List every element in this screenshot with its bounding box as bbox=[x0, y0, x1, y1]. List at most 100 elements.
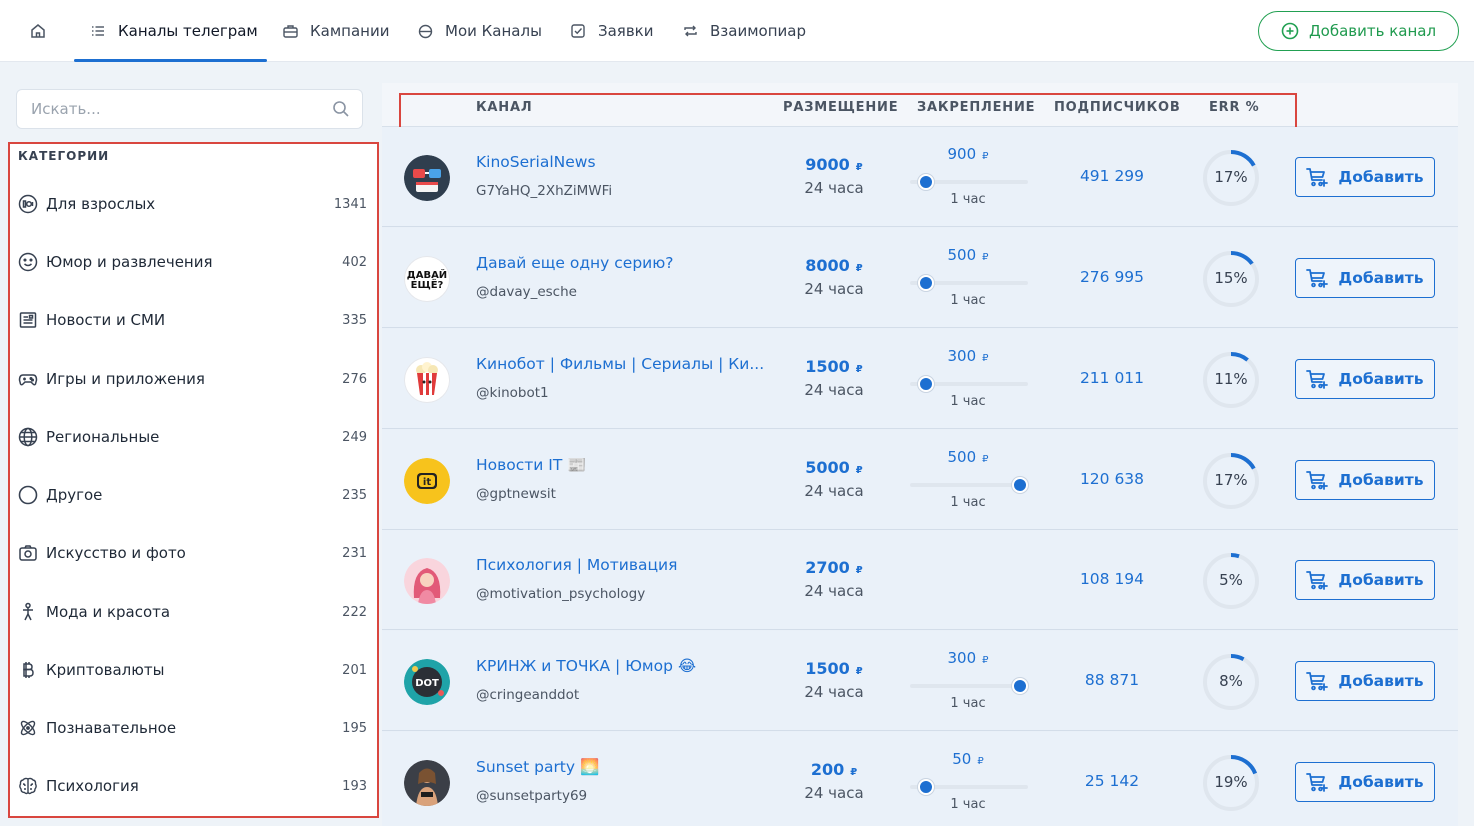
category-count: 1341 bbox=[333, 196, 367, 212]
pin-price-value: 50 bbox=[952, 750, 972, 768]
currency-symbol: ₽ bbox=[982, 151, 989, 162]
category-count: 276 bbox=[342, 371, 367, 387]
add-to-cart-button[interactable]: Добавить bbox=[1295, 661, 1435, 701]
slider-handle[interactable] bbox=[918, 779, 934, 795]
pin-period: 1 час bbox=[950, 797, 986, 812]
add-to-cart-button[interactable]: Добавить bbox=[1295, 258, 1435, 298]
channel-name-link[interactable]: Новости IT 📰 bbox=[476, 456, 587, 474]
err-value: 17% bbox=[1214, 471, 1248, 489]
category-name: Новости и СМИ bbox=[46, 311, 166, 329]
category-item[interactable]: Для взрослых 1341 bbox=[18, 184, 367, 224]
channel-name-link[interactable]: Давай еще одну серию? bbox=[476, 254, 674, 272]
placement-price-value: 1500 bbox=[805, 357, 850, 376]
plus-circle-icon bbox=[1281, 22, 1299, 40]
channel-handle: G7YaHQ_2XhZiMWFi bbox=[476, 183, 613, 199]
category-item[interactable]: Мода и красота 222 bbox=[18, 592, 367, 632]
category-name: Мода и красота bbox=[46, 603, 171, 621]
err-gauge: 19% bbox=[1200, 752, 1262, 814]
top-navigation: Каналы телеграм Кампании Мои Каналы Заяв… bbox=[0, 0, 1474, 62]
currency-symbol: ₽ bbox=[855, 263, 863, 274]
slider-handle[interactable] bbox=[918, 174, 934, 190]
slider-handle[interactable] bbox=[918, 275, 934, 291]
cart-plus-icon bbox=[1306, 671, 1329, 691]
currency-symbol: ₽ bbox=[855, 465, 863, 476]
category-item[interactable]: Другое 235 bbox=[18, 475, 367, 515]
pin-duration-slider[interactable] bbox=[910, 174, 1028, 190]
pin-price: 50 ₽ bbox=[922, 750, 1014, 768]
channel-handle: @gptnewsit bbox=[476, 486, 556, 502]
add-to-cart-button[interactable]: Добавить bbox=[1295, 157, 1435, 197]
search-box bbox=[16, 89, 363, 129]
category-item[interactable]: Криптовалюты 201 bbox=[18, 650, 367, 690]
search-input[interactable] bbox=[17, 90, 317, 128]
category-count: 335 bbox=[342, 312, 367, 328]
category-name: Искусство и фото bbox=[46, 544, 186, 562]
err-gauge: 8% bbox=[1200, 651, 1262, 713]
channel-name-link[interactable]: Кинобот | Фильмы | Сериалы | Ки... bbox=[476, 355, 764, 373]
add-channel-button[interactable]: Добавить канал bbox=[1258, 11, 1459, 51]
placement-price: 1500 ₽ bbox=[787, 659, 881, 678]
placement-price-value: 200 bbox=[810, 760, 845, 779]
channel-name-link[interactable]: КРИНЖ и ТОЧКА | Юмор 😂 bbox=[476, 657, 696, 675]
placement-price: 1500 ₽ bbox=[787, 357, 881, 376]
categories-title: КАТЕГОРИИ bbox=[18, 149, 110, 163]
globe-icon bbox=[417, 23, 433, 39]
channel-name-link[interactable]: Психология | Мотивация bbox=[476, 556, 677, 574]
person-icon bbox=[18, 602, 38, 622]
pin-duration-slider[interactable] bbox=[910, 275, 1028, 291]
pin-duration-slider[interactable] bbox=[910, 779, 1028, 795]
category-name: Игры и приложения bbox=[46, 370, 205, 388]
err-value: 19% bbox=[1214, 773, 1248, 791]
home-icon[interactable] bbox=[28, 21, 48, 41]
add-to-cart-button[interactable]: Добавить bbox=[1295, 762, 1435, 802]
err-gauge: 15% bbox=[1200, 248, 1262, 310]
pin-duration-slider[interactable] bbox=[910, 477, 1028, 493]
category-item[interactable]: Юмор и развлечения 402 bbox=[18, 242, 367, 282]
category-name: Познавательное bbox=[46, 719, 177, 737]
search-icon[interactable] bbox=[332, 100, 350, 118]
channel-handle: @davay_esche bbox=[476, 284, 577, 300]
glasses-icon bbox=[404, 155, 450, 201]
category-item[interactable]: Психология 193 bbox=[18, 766, 367, 806]
svg-text:it: it bbox=[423, 477, 431, 488]
category-item[interactable]: Новости и СМИ 335 bbox=[18, 300, 367, 340]
channel-handle: @motivation_psychology bbox=[476, 586, 646, 602]
camera-icon bbox=[18, 543, 38, 563]
tab-mutual-pr[interactable]: Взаимопиар bbox=[682, 0, 806, 62]
tab-requests[interactable]: Заявки bbox=[570, 0, 653, 62]
currency-symbol: ₽ bbox=[855, 162, 863, 173]
currency-symbol: ₽ bbox=[855, 666, 863, 677]
slider-handle[interactable] bbox=[1012, 678, 1028, 694]
pin-price: 300 ₽ bbox=[922, 347, 1014, 365]
slider-handle[interactable] bbox=[918, 376, 934, 392]
pin-duration-slider[interactable] bbox=[910, 678, 1028, 694]
cart-plus-icon bbox=[1306, 470, 1329, 490]
add-to-cart-button[interactable]: Добавить bbox=[1295, 560, 1435, 600]
channel-handle: @cringeanddot bbox=[476, 687, 580, 703]
channel-name-link[interactable]: KinoSerialNews bbox=[476, 153, 596, 171]
channel-avatar bbox=[404, 760, 450, 806]
err-gauge: 17% bbox=[1200, 450, 1262, 512]
category-item[interactable]: Региональные 249 bbox=[18, 417, 367, 457]
subscriber-count: 120 638 bbox=[1079, 470, 1145, 488]
placement-period: 24 часа bbox=[804, 582, 864, 600]
category-item[interactable]: Познавательное 195 bbox=[18, 708, 367, 748]
channel-name-link[interactable]: Sunset party 🌅 bbox=[476, 758, 599, 776]
news-icon bbox=[18, 310, 38, 330]
category-item[interactable]: Игры и приложения 276 bbox=[18, 359, 367, 399]
add-button-label: Добавить bbox=[1338, 471, 1424, 489]
briefcase-icon bbox=[282, 23, 298, 39]
category-count: 402 bbox=[342, 254, 367, 270]
tab-my-channels[interactable]: Мои Каналы bbox=[417, 0, 542, 62]
table-row: KinoSerialNews G7YaHQ_2XhZiMWFi 9000 ₽24 ча… bbox=[382, 127, 1458, 227]
add-to-cart-button[interactable]: Добавить bbox=[1295, 359, 1435, 399]
add-to-cart-button[interactable]: Добавить bbox=[1295, 460, 1435, 500]
channel-avatar: ДАВАЙ ЕЩЁ? bbox=[404, 256, 450, 302]
adult-icon bbox=[18, 194, 38, 214]
category-item[interactable]: Искусство и фото 231 bbox=[18, 533, 367, 573]
tab-campaigns[interactable]: Кампании bbox=[282, 0, 389, 62]
tab-telegram-channels[interactable]: Каналы телеграм bbox=[74, 0, 267, 62]
smile-icon bbox=[18, 252, 38, 272]
slider-handle[interactable] bbox=[1012, 477, 1028, 493]
pin-duration-slider[interactable] bbox=[910, 376, 1028, 392]
